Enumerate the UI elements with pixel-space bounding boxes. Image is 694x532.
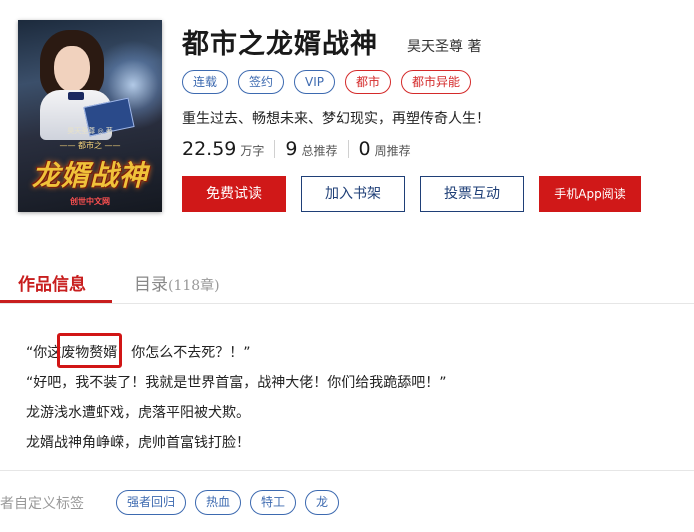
- description-line: 龙婿战神角峥嵘，虎帅首富钱打脸！: [26, 435, 250, 451]
- custom-tag[interactable]: 龙: [305, 490, 340, 515]
- book-title: 都市之龙婿战神: [182, 29, 378, 60]
- stat-weekly-recommend: 0 周推荐: [359, 138, 411, 160]
- custom-tags-list: 强者回归 热血 特工 龙: [116, 490, 340, 515]
- tab-catalog[interactable]: 目录(118章): [134, 270, 220, 295]
- cover-author-line: 昊天圣尊 ◎ 著: [67, 127, 113, 135]
- stat-total-recommend: 9 总推荐: [285, 138, 337, 160]
- content-tabs: 作品信息 目录(118章): [0, 262, 694, 304]
- book-cover[interactable]: 昊天圣尊 ◎ 著 —— 都市之 —— 龙婿战神 创世中文网: [18, 20, 162, 212]
- custom-tag[interactable]: 强者回归: [116, 490, 187, 515]
- book-tags: 连载 签约 VIP 都市 都市异能: [182, 70, 472, 94]
- stat-value: 0: [358, 138, 371, 160]
- tag-status: 连载: [182, 70, 229, 94]
- stat-value: 9: [285, 138, 298, 160]
- tag-vip: VIP: [294, 70, 336, 94]
- vote-button[interactable]: 投票互动: [420, 176, 524, 212]
- stat-word-count: 22.59 万字: [182, 138, 264, 160]
- stat-value: 22.59: [182, 138, 237, 160]
- cover-subtitle: —— 都市之 ——: [59, 141, 121, 150]
- tab-book-info[interactable]: 作品信息: [18, 270, 86, 295]
- description-line: 龙游浅水遭虾戏，虎落平阳被犬欺。: [26, 405, 250, 421]
- stat-divider: [274, 140, 276, 158]
- custom-tags-label: 作者自定义标签: [0, 496, 84, 512]
- stat-unit: 周推荐: [374, 144, 411, 158]
- tab-active-indicator: [0, 300, 112, 303]
- book-author[interactable]: 昊天圣尊 著: [407, 36, 481, 56]
- book-stats: 22.59 万字 9 总推荐 0 周推荐: [182, 138, 411, 160]
- app-read-button[interactable]: 手机App阅读: [539, 176, 641, 212]
- book-intro: 重生过去、畅想未来、梦幻现实，再塑传奇人生！: [182, 111, 490, 127]
- stat-unit: 总推荐: [301, 144, 338, 158]
- action-buttons: 免费试读 加入书架 投票互动 手机App阅读: [182, 176, 652, 212]
- free-read-button[interactable]: 免费试读: [182, 176, 286, 212]
- tag-category[interactable]: 都市: [345, 70, 392, 94]
- section-divider: [0, 470, 694, 471]
- stat-divider: [347, 140, 349, 158]
- description-line: “好吧，我不装了！我就是世界首富，战神大佬！你们给我跪舔吧！”: [26, 375, 447, 391]
- cover-character-bow: [68, 92, 84, 100]
- cover-publisher-logo: 创世中文网: [70, 197, 110, 206]
- highlight-annotation-box: [57, 333, 122, 368]
- tag-subcategory[interactable]: 都市异能: [401, 70, 472, 94]
- add-to-shelf-button[interactable]: 加入书架: [301, 176, 405, 212]
- custom-tag[interactable]: 特工: [250, 490, 297, 515]
- stat-unit: 万字: [240, 144, 265, 158]
- tab-catalog-count: (118章): [168, 278, 220, 294]
- custom-tag[interactable]: 热血: [195, 490, 242, 515]
- tag-signed: 签约: [238, 70, 285, 94]
- cover-title: 龙婿战神: [31, 159, 148, 192]
- cover-character-face: [54, 46, 90, 92]
- tab-catalog-label: 目录: [134, 275, 168, 295]
